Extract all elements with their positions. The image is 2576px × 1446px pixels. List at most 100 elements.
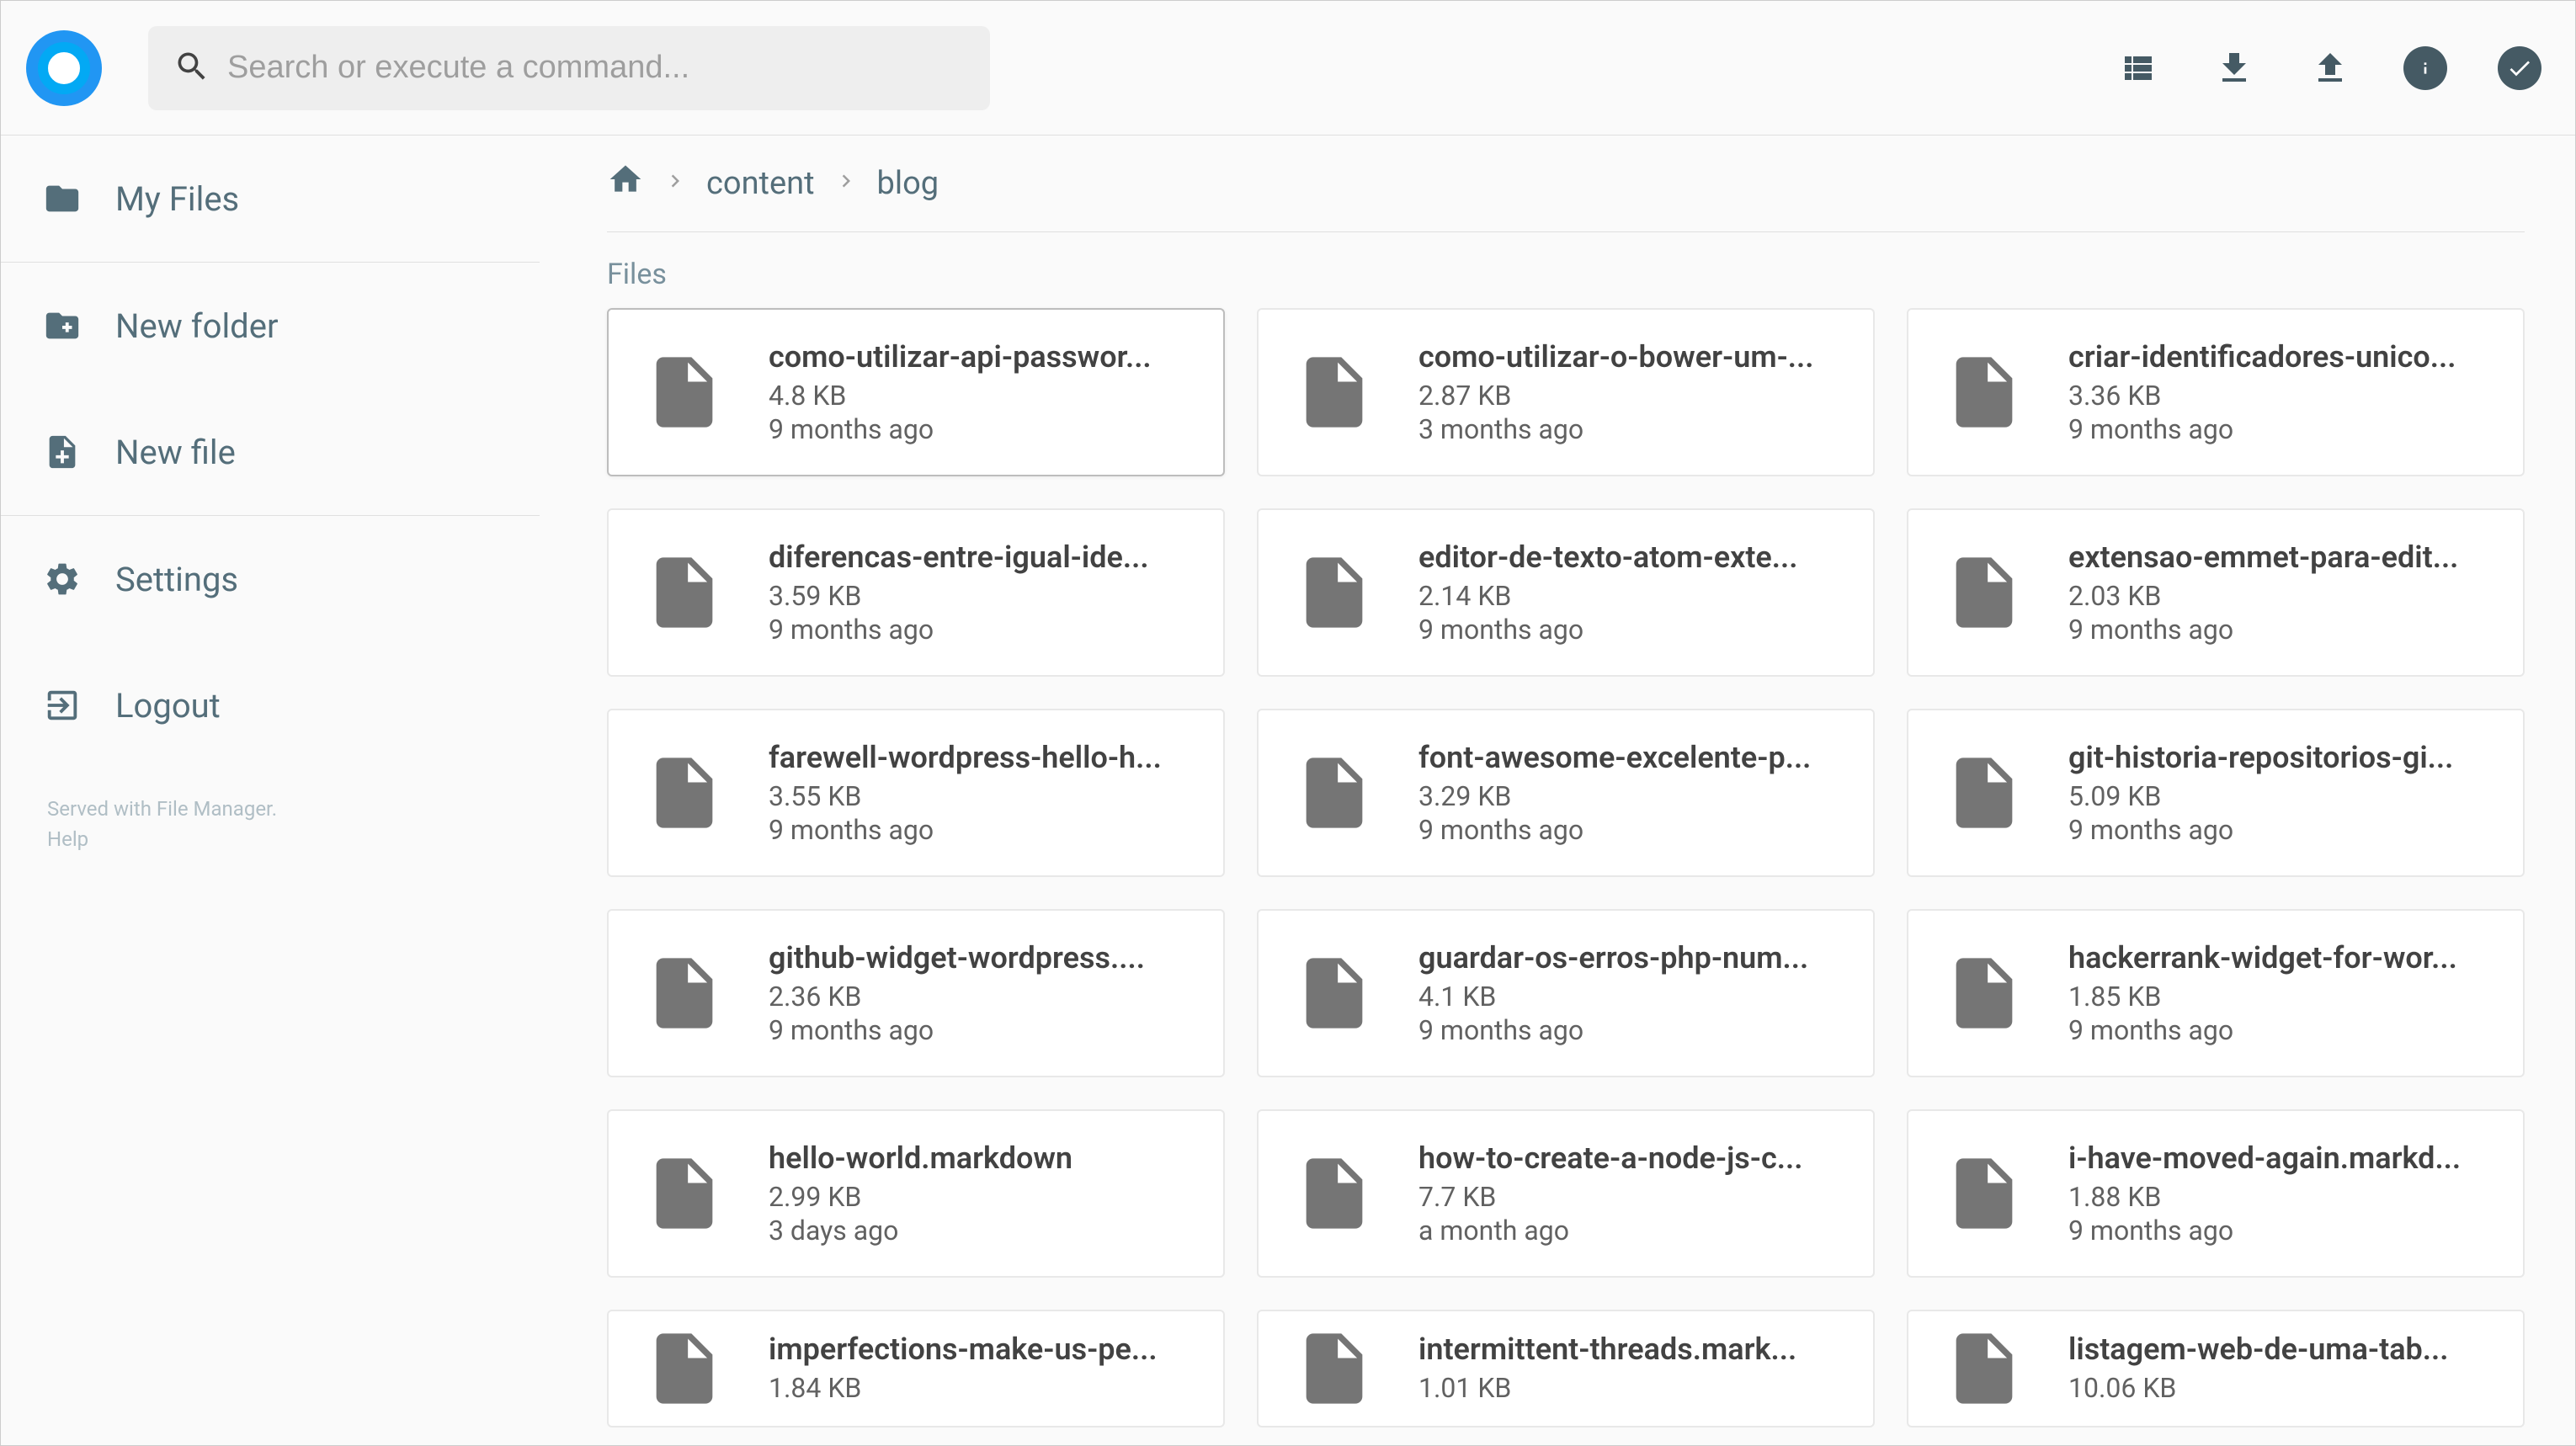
file-size: 5.09 KB [2068, 780, 2489, 812]
file-size: 3.36 KB [2068, 380, 2489, 412]
file-age: 3 days ago [769, 1215, 1190, 1247]
file-name: intermittent-threads.mark... [1418, 1332, 1839, 1367]
home-icon[interactable] [607, 161, 644, 206]
file-name: como-utilizar-api-passwor... [769, 339, 1190, 375]
file-card[interactable]: intermittent-threads.mark... 1.01 KB [1257, 1310, 1875, 1427]
file-icon [642, 338, 726, 447]
file-card[interactable]: editor-de-texto-atom-exte...2.14 KB9 mon… [1257, 508, 1875, 677]
logout-icon [43, 686, 82, 725]
file-name: farewell-wordpress-hello-h... [769, 740, 1190, 775]
file-size: 1.85 KB [2068, 981, 2489, 1013]
sidebar-item-label: Logout [115, 686, 221, 726]
file-size: 2.87 KB [1418, 380, 1839, 412]
file-size: 3.59 KB [769, 580, 1190, 612]
file-icon [642, 1314, 726, 1423]
sidebar-item-label: My Files [115, 179, 239, 219]
file-age: 9 months ago [769, 814, 1190, 846]
file-icon [1942, 1314, 2026, 1423]
file-card[interactable]: git-historia-repositorios-gi... 5.09 KB9 … [1907, 709, 2525, 877]
file-name: listagem-web-de-uma-tab... [2068, 1332, 2489, 1367]
app-logo[interactable] [26, 30, 102, 106]
sidebar-item-settings[interactable]: Settings [1, 516, 540, 642]
download-button[interactable] [2211, 45, 2257, 91]
search-input[interactable] [227, 50, 965, 86]
footer-help-link[interactable]: Help [47, 824, 493, 854]
sidebar-item-label: Settings [115, 560, 238, 599]
file-card[interactable]: guardar-os-erros-php-num...4.1 KB9 month… [1257, 909, 1875, 1077]
file-age: 9 months ago [2068, 814, 2489, 846]
file-card[interactable]: farewell-wordpress-hello-h... 3.55 KB9 mo… [607, 709, 1225, 877]
file-name: hackerrank-widget-for-wor... [2068, 940, 2489, 976]
file-name: extensao-emmet-para-edit... [2068, 540, 2489, 575]
file-card[interactable]: criar-identificadores-unico...3.36 KB9 m… [1907, 308, 2525, 476]
file-name: editor-de-texto-atom-exte... [1418, 540, 1839, 575]
file-age: a month ago [1418, 1215, 1839, 1247]
file-icon [1292, 538, 1376, 647]
upload-button[interactable] [2307, 45, 2353, 91]
view-list-button[interactable] [2116, 45, 2161, 91]
file-card[interactable]: listagem-web-de-uma-tab... 10.06 KB [1907, 1310, 2525, 1427]
file-card[interactable]: github-widget-wordpress....2.36 KB9 mont… [607, 909, 1225, 1077]
sidebar-item-new-file[interactable]: New file [1, 389, 540, 515]
file-age: 9 months ago [2068, 614, 2489, 646]
file-age: 9 months ago [2068, 1014, 2489, 1046]
file-name: imperfections-make-us-pe... [769, 1332, 1190, 1367]
file-age: 9 months ago [769, 1014, 1190, 1046]
file-age: 9 months ago [769, 614, 1190, 646]
file-card[interactable]: imperfections-make-us-pe...1.84 KB [607, 1310, 1225, 1427]
file-icon [642, 1139, 726, 1248]
header-actions [2116, 45, 2541, 91]
search-icon [173, 48, 210, 88]
file-card[interactable]: extensao-emmet-para-edit...2.03 KB9 mont… [1907, 508, 2525, 677]
sidebar-item-logout[interactable]: Logout [1, 642, 540, 768]
file-size: 3.55 KB [769, 780, 1190, 812]
file-name: github-widget-wordpress.... [769, 940, 1190, 976]
breadcrumb-segment[interactable]: blog [877, 165, 939, 202]
sidebar-item-new-folder[interactable]: New folder [1, 263, 540, 389]
file-age: 9 months ago [1418, 814, 1839, 846]
file-age: 9 months ago [1418, 1014, 1839, 1046]
select-all-button[interactable] [2498, 46, 2541, 90]
file-size: 7.7 KB [1418, 1181, 1839, 1213]
breadcrumb-segment[interactable]: content [706, 165, 815, 202]
file-age: 9 months ago [1418, 614, 1839, 646]
file-size: 3.29 KB [1418, 780, 1839, 812]
file-size: 2.99 KB [769, 1181, 1190, 1213]
file-icon [1292, 738, 1376, 848]
sidebar-item-my-files[interactable]: My Files [1, 136, 540, 262]
file-card[interactable]: how-to-create-a-node-js-c...7.7 KBa mont… [1257, 1109, 1875, 1278]
file-icon [1942, 338, 2026, 447]
main-content: content blog Files como-utilizar-api-pas… [540, 136, 2575, 1445]
file-age: 9 months ago [2068, 1215, 2489, 1247]
file-icon [1292, 338, 1376, 447]
file-size: 10.06 KB [2068, 1372, 2489, 1404]
file-card[interactable]: font-awesome-excelente-p...3.29 KB9 mont… [1257, 709, 1875, 877]
header [1, 1, 2575, 136]
chevron-right-icon [663, 165, 688, 202]
file-icon [1292, 938, 1376, 1048]
file-size: 1.01 KB [1418, 1372, 1839, 1404]
file-card[interactable]: hello-world.markdown2.99 KB3 days ago [607, 1109, 1225, 1278]
sidebar-item-label: New folder [115, 306, 279, 346]
file-name: guardar-os-erros-php-num... [1418, 940, 1839, 976]
file-card[interactable]: como-utilizar-o-bower-um-...2.87 KB3 mon… [1257, 308, 1875, 476]
file-size: 1.88 KB [2068, 1181, 2489, 1213]
file-icon [1942, 1139, 2026, 1248]
file-card[interactable]: diferencas-entre-igual-ide...3.59 KB9 mo… [607, 508, 1225, 677]
file-icon [642, 938, 726, 1048]
file-card[interactable]: i-have-moved-again.markd...1.88 KB9 mont… [1907, 1109, 2525, 1278]
chevron-right-icon [833, 165, 859, 202]
info-button[interactable] [2403, 46, 2447, 90]
search-bar[interactable] [148, 26, 990, 110]
file-card[interactable]: hackerrank-widget-for-wor... 1.85 KB9 mon… [1907, 909, 2525, 1077]
file-icon [642, 538, 726, 647]
footer-served: Served with File Manager. [47, 794, 493, 824]
file-size: 4.8 KB [769, 380, 1190, 412]
file-age: 9 months ago [769, 413, 1190, 445]
file-age: 3 months ago [1418, 413, 1839, 445]
file-card[interactable]: como-utilizar-api-passwor... 4.8 KB9 mont… [607, 308, 1225, 476]
sidebar: My Files New folder New file Settings [1, 136, 540, 1445]
file-age: 9 months ago [2068, 413, 2489, 445]
sidebar-footer: Served with File Manager. Help [1, 768, 540, 880]
file-name: git-historia-repositorios-gi... [2068, 740, 2489, 775]
